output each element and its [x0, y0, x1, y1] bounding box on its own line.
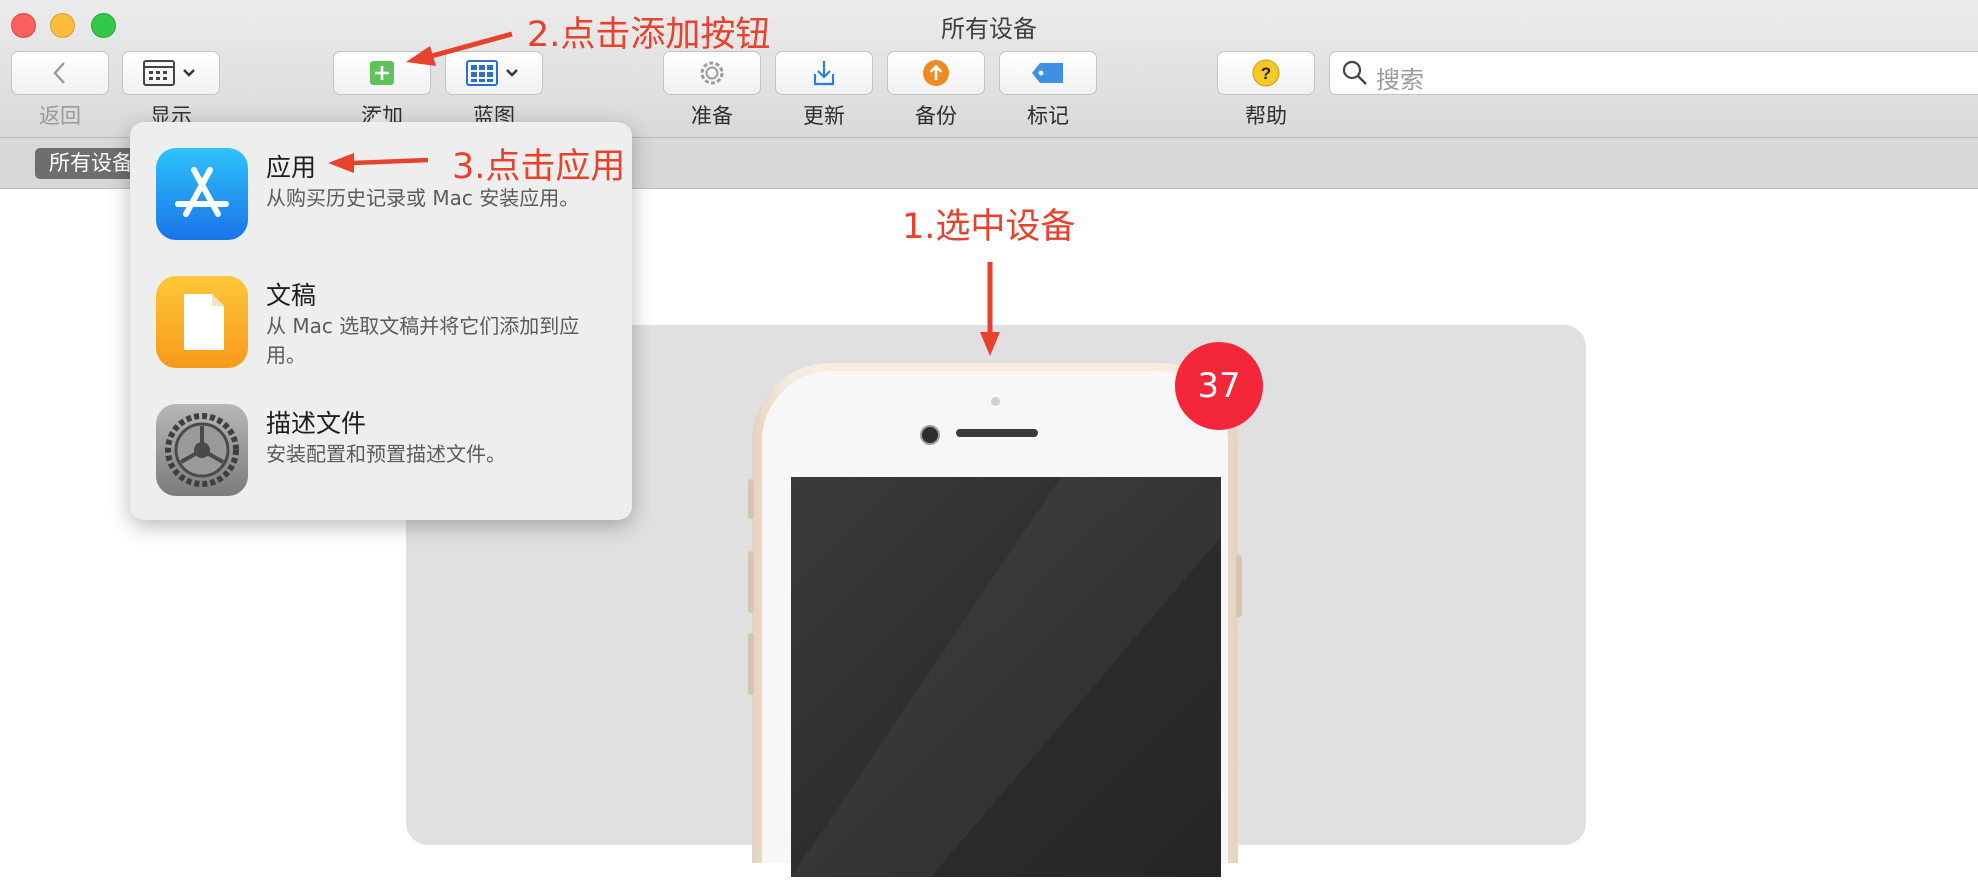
window-title: 所有设备: [941, 15, 1037, 43]
menu-item-title: 应用: [266, 153, 317, 182]
update-count-badge: 37: [1175, 342, 1263, 430]
update-label: 更新: [803, 104, 845, 128]
display-button[interactable]: [122, 51, 220, 95]
settings-gear-icon: [156, 404, 248, 496]
help-button[interactable]: ?: [1217, 51, 1315, 95]
update-button[interactable]: [775, 51, 873, 95]
annotation-step1: 1.选中设备: [902, 207, 1076, 247]
tag-button[interactable]: [999, 51, 1097, 95]
menu-item-title: 文稿: [266, 281, 317, 310]
power-button: [1236, 555, 1242, 617]
volume-up-button: [748, 551, 754, 613]
help-glyph: ?: [1261, 64, 1271, 83]
annotation-step2: 2.点击添加按钮: [527, 15, 771, 55]
backup-button[interactable]: [887, 51, 985, 95]
front-camera: [920, 425, 940, 445]
help-label: 帮助: [1245, 104, 1287, 128]
app-store-icon: [156, 148, 248, 240]
menu-item-documents[interactable]: 文稿 从 Mac 选取文稿并将它们添加到应用。: [130, 250, 632, 370]
document-icon: [156, 276, 248, 368]
iphone-device[interactable]: [748, 363, 1242, 877]
prepare-label: 准备: [691, 104, 733, 128]
tag-label-icon: [1032, 63, 1063, 83]
menu-item-description: 从 Mac 选取文稿并将它们添加到应用。: [266, 314, 580, 367]
proximity-sensor: [991, 397, 1000, 406]
annotation-step3: 3.点击应用: [452, 147, 626, 187]
search-icon: [1342, 60, 1367, 85]
search-placeholder: 搜索: [1376, 66, 1424, 94]
menu-item-profiles[interactable]: 描述文件 安装配置和预置描述文件。: [130, 378, 632, 498]
prepare-gear-icon: [700, 61, 724, 85]
window-titlebar: 所有设备 返回 显示 添加 蓝图 准备 更新 备份 标记 ? 帮助 搜索: [0, 0, 1978, 138]
calendar-grid-icon: [143, 60, 195, 86]
screen-glare: [791, 477, 1221, 877]
earpiece-speaker: [956, 429, 1038, 437]
blueprint-grid-icon: [466, 60, 518, 86]
prepare-button[interactable]: [663, 51, 761, 95]
menu-item-title: 描述文件: [266, 409, 367, 438]
back-button[interactable]: [11, 51, 109, 95]
search-field[interactable]: 搜索: [1329, 51, 1978, 95]
volume-down-button: [748, 633, 754, 695]
help-question-icon: ?: [1252, 59, 1280, 87]
add-button[interactable]: [333, 51, 431, 95]
download-update-icon: [813, 61, 835, 86]
backup-upload-icon: [923, 60, 949, 86]
mute-switch: [748, 479, 754, 519]
phone-front: [762, 371, 1228, 877]
tag-label: 标记: [1027, 104, 1069, 128]
backup-label: 备份: [915, 104, 957, 128]
blueprint-button[interactable]: [445, 51, 543, 95]
chevron-left-icon: [53, 62, 65, 84]
menu-item-description: 安装配置和预置描述文件。: [266, 442, 506, 466]
back-label: 返回: [39, 104, 81, 128]
phone-screen: [791, 477, 1221, 877]
add-plus-icon: [370, 61, 394, 85]
